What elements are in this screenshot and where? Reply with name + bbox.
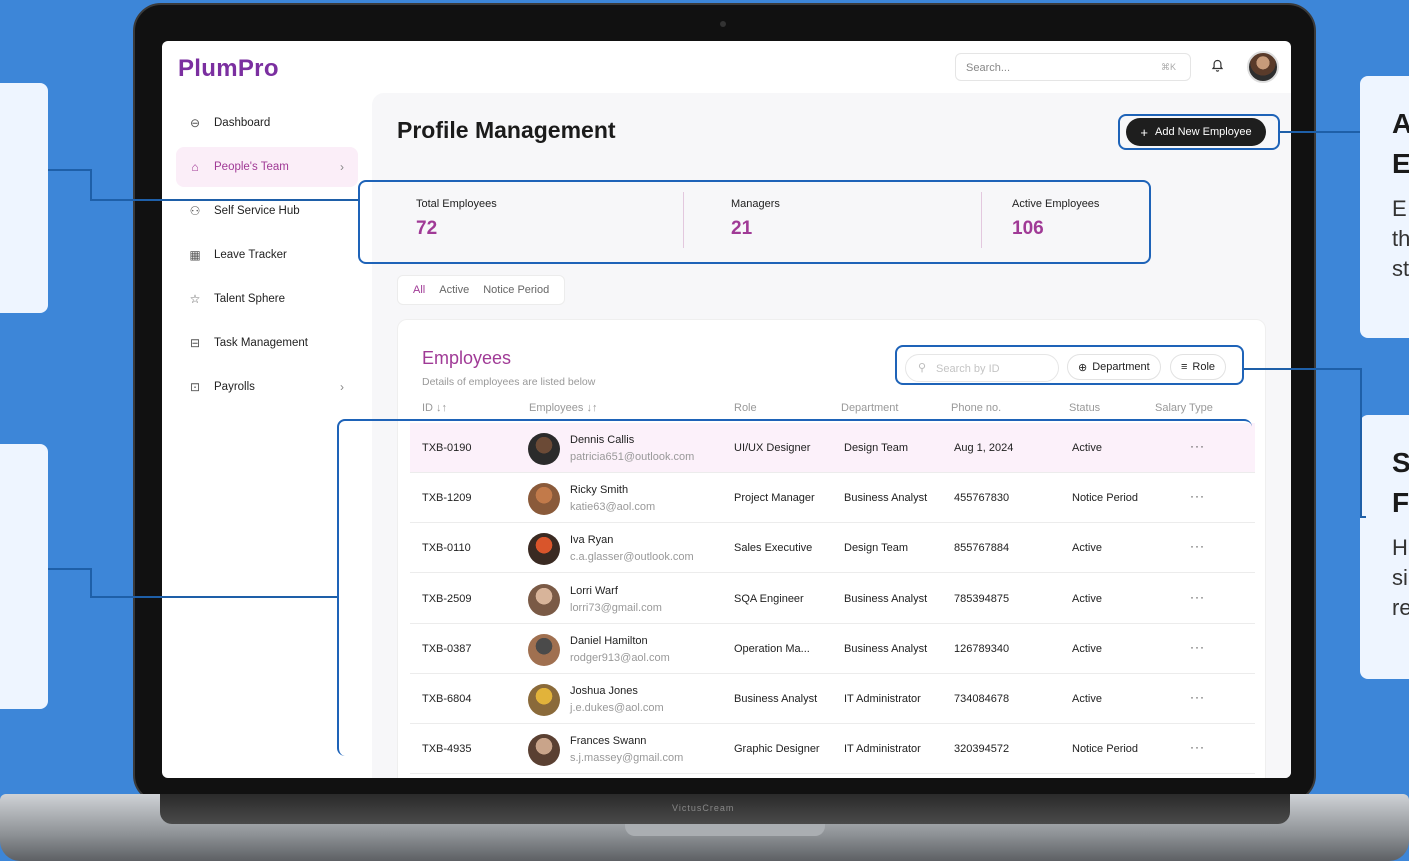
annotation-card-right-top: A E E th st bbox=[1360, 76, 1409, 338]
connector-line bbox=[90, 568, 92, 597]
highlight-table bbox=[337, 419, 1252, 756]
sidebar-item-dashboard[interactable]: ⊖ Dashboard bbox=[176, 103, 358, 143]
sidebar-item-leave-tracker[interactable]: ▦ Leave Tracker bbox=[176, 235, 358, 275]
connector-line bbox=[90, 169, 92, 200]
sidebar-nav: ⊖ Dashboard ⌂ People's Team › ⚇ Self Service H… bbox=[176, 103, 358, 411]
chevron-right-icon: › bbox=[340, 160, 344, 174]
sidebar-item-task-management[interactable]: ⊟ Task Management bbox=[176, 323, 358, 363]
search-placeholder: Search... bbox=[966, 62, 1011, 74]
employees-subtitle: Details of employees are listed below bbox=[422, 376, 596, 388]
bell-icon[interactable] bbox=[1211, 59, 1225, 73]
col-department: Department bbox=[841, 402, 899, 414]
connector-line bbox=[1360, 516, 1366, 518]
sidebar-item-self-service-hub[interactable]: ⚇ Self Service Hub bbox=[176, 191, 358, 231]
sidebar-item-label: Payrolls bbox=[214, 381, 255, 393]
chevron-right-icon: › bbox=[340, 380, 344, 394]
annotation-body: H si re bbox=[1392, 535, 1409, 620]
col-role: Role bbox=[734, 402, 757, 414]
annotation-title: S F bbox=[1392, 447, 1409, 518]
webcam bbox=[720, 21, 726, 27]
col-id[interactable]: ID ↓↑ bbox=[422, 402, 447, 414]
home-icon: ⌂ bbox=[191, 160, 199, 174]
highlight-stats bbox=[358, 180, 1151, 264]
highlight-add-employee bbox=[1118, 114, 1280, 150]
shortcut-hint: ⌘K bbox=[1160, 62, 1176, 72]
employees-title: Employees bbox=[422, 348, 512, 368]
tab-all[interactable]: All bbox=[406, 284, 432, 296]
sidebar-item-label: Self Service Hub bbox=[214, 205, 300, 217]
receipt-icon: ⊡ bbox=[189, 380, 201, 394]
annotation-card-left-bottom bbox=[0, 444, 48, 709]
sidebar-item-label: Task Management bbox=[214, 337, 308, 349]
col-salary-type: Salary Type bbox=[1155, 402, 1213, 414]
page-title: Profile Management bbox=[397, 117, 616, 143]
sidebar-item-label: Leave Tracker bbox=[214, 249, 287, 261]
annotation-body: E th st bbox=[1392, 196, 1409, 281]
user-avatar[interactable] bbox=[1247, 51, 1279, 83]
global-search-input[interactable]: Search... ⌘K bbox=[955, 53, 1191, 81]
star-icon: ☆ bbox=[189, 292, 201, 306]
sidebar-item-label: Dashboard bbox=[214, 117, 271, 129]
connector-line bbox=[1360, 368, 1362, 518]
tab-notice-period[interactable]: Notice Period bbox=[476, 284, 556, 296]
connector-line bbox=[90, 199, 358, 201]
col-phone: Phone no. bbox=[951, 402, 1002, 414]
highlight-filters bbox=[895, 345, 1244, 385]
sidebar-item-talent-sphere[interactable]: ☆ Talent Sphere bbox=[176, 279, 358, 319]
calendar-icon: ▦ bbox=[189, 248, 201, 262]
sidebar-item-payrolls[interactable]: ⊡ Payrolls › bbox=[176, 367, 358, 407]
status-tabs: All Active Notice Period bbox=[397, 275, 566, 305]
col-status: Status bbox=[1069, 402, 1101, 414]
users-icon: ⚇ bbox=[189, 204, 201, 218]
connector-line bbox=[48, 169, 92, 171]
annotation-card-left-top bbox=[0, 83, 48, 313]
connector-line bbox=[90, 596, 337, 598]
sidebar-item-label: People's Team bbox=[214, 161, 289, 173]
sidebar-item-label: Talent Sphere bbox=[214, 293, 285, 305]
connector-line bbox=[1280, 131, 1360, 133]
laptop-brand: VictusCream bbox=[672, 803, 735, 813]
connector-line bbox=[48, 568, 92, 570]
inbox-icon: ⊖ bbox=[189, 116, 201, 130]
sidebar-item-people-s-team[interactable]: ⌂ People's Team › bbox=[176, 147, 358, 187]
app-logo: PlumPro bbox=[178, 55, 279, 82]
annotation-card-right-bottom: S F H si re bbox=[1360, 415, 1409, 679]
archive-icon: ⊟ bbox=[189, 336, 201, 350]
connector-line bbox=[1244, 368, 1362, 370]
annotation-title: A E bbox=[1392, 108, 1409, 179]
col-employees[interactable]: Employees ↓↑ bbox=[529, 402, 597, 414]
tab-active[interactable]: Active bbox=[432, 284, 476, 296]
laptop-notch bbox=[625, 824, 825, 836]
